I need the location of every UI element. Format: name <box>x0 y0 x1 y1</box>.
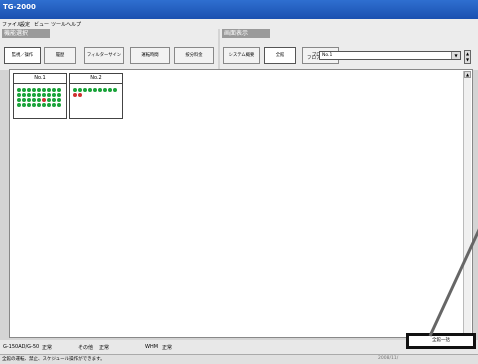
group-card-2[interactable]: No.2 <box>69 73 123 119</box>
unit-status-dot <box>103 88 107 92</box>
unit-status-dot <box>57 103 61 107</box>
unit-status-dot <box>47 88 51 92</box>
title-bar: TG-2000 <box>0 0 478 19</box>
status-controller-value: 正常 <box>42 345 53 351</box>
unit-status-dot <box>108 88 112 92</box>
function-select-panel: 機能選択 監視／操作 履歴 フィルターサイン 運転時間 按分料金 <box>0 29 218 70</box>
unit-status-dot <box>37 93 41 97</box>
unit-status-dot <box>93 88 97 92</box>
floor-select[interactable]: No.1 ▼ <box>319 51 461 60</box>
unit-status-dot <box>32 103 36 107</box>
menu-settings[interactable]: 設定 <box>20 21 30 28</box>
unit-status-dot <box>73 88 77 92</box>
unit-status-dot <box>22 103 26 107</box>
unit-status-dot <box>113 88 117 92</box>
unit-status-dot <box>52 98 56 102</box>
scroll-up-icon[interactable]: ▲ <box>464 71 471 78</box>
menu-tools[interactable]: ツール <box>51 21 66 28</box>
tab-all-building[interactable]: 全館 <box>264 47 296 64</box>
unit-status-dot <box>27 103 31 107</box>
tab-filter-sign[interactable]: フィルターサイン <box>84 47 124 64</box>
unit-status-dot <box>17 103 21 107</box>
status-other-value: 正常 <box>99 345 110 351</box>
unit-status-dot <box>22 93 26 97</box>
unit-status-dot <box>52 103 56 107</box>
floor-stepper[interactable]: ▲ ▼ <box>464 50 471 64</box>
unit-status-dot <box>57 93 61 97</box>
unit-status-dot <box>17 93 21 97</box>
unit-status-dot <box>37 98 41 102</box>
unit-status-dot <box>47 93 51 97</box>
unit-status-dot <box>27 98 31 102</box>
screen-display-panel: 画面表示 システム概要 全館 ブロック <box>220 29 478 70</box>
unit-status-dot <box>42 88 46 92</box>
unit-status-dot <box>57 98 61 102</box>
unit-status-dot <box>57 88 61 92</box>
unit-status-dot <box>22 88 26 92</box>
status-whm-label: WHM <box>145 344 159 350</box>
unit-status-dot <box>37 103 41 107</box>
unit-status-dot <box>17 88 21 92</box>
unit-status-dot <box>47 98 51 102</box>
floor-value: No.1 <box>322 53 333 58</box>
menu-view[interactable]: ビュー <box>34 21 49 28</box>
app-title: TG-2000 <box>3 3 36 11</box>
panel-label: 機能選択 <box>2 29 50 38</box>
unit-status-dot <box>22 98 26 102</box>
unit-status-dot <box>52 93 56 97</box>
unit-status-dot <box>73 93 77 97</box>
all-building-bulk-button[interactable]: 全館一括 <box>406 333 476 349</box>
unit-status-dot <box>52 88 56 92</box>
unit-status-dot <box>32 88 36 92</box>
status-other-label: その他 <box>78 345 94 351</box>
group-name: No.2 <box>70 74 122 84</box>
unit-status-dot <box>98 88 102 92</box>
unit-status-dot <box>42 98 46 102</box>
tab-charge[interactable]: 按分料金 <box>174 47 214 64</box>
tab-history[interactable]: 履歴 <box>44 47 76 64</box>
group-name: No.1 <box>14 74 66 84</box>
unit-grid <box>73 88 117 97</box>
unit-status-dot <box>27 88 31 92</box>
unit-status-dot <box>78 93 82 97</box>
chevron-down-icon[interactable]: ▼ <box>465 57 470 63</box>
unit-status-dot <box>47 103 51 107</box>
unit-status-dot <box>32 93 36 97</box>
unit-status-dot <box>88 88 92 92</box>
group-card-1[interactable]: No.1 <box>13 73 67 119</box>
help-message: 全館の運転、禁止、スケジュール操作ができます。 <box>2 357 105 362</box>
unit-status-dot <box>78 88 82 92</box>
menu-file[interactable]: ファイル <box>2 21 22 28</box>
tab-system-overview[interactable]: システム概要 <box>223 47 260 64</box>
vertical-scrollbar[interactable]: ▲ <box>463 71 471 336</box>
unit-grid <box>17 88 61 107</box>
menu-help[interactable]: ヘルプ <box>66 21 81 28</box>
status-whm-value: 正常 <box>162 345 173 351</box>
group-view: No.1 No.2 ▲ <box>9 69 473 338</box>
unit-status-dot <box>37 88 41 92</box>
status-controller-label: G-150AD/G-50 <box>3 344 40 350</box>
unit-status-dot <box>42 93 46 97</box>
unit-status-dot <box>42 103 46 107</box>
unit-status-dot <box>32 98 36 102</box>
unit-status-dot <box>83 88 87 92</box>
panel-label: 画面表示 <box>222 29 270 38</box>
menu-bar: ファイル 設定 ビュー ツール ヘルプ <box>0 19 478 29</box>
datetime: 2008/11/ <box>378 356 399 361</box>
chevron-down-icon[interactable]: ▼ <box>451 52 460 59</box>
tab-operation-time[interactable]: 運転時間 <box>130 47 170 64</box>
unit-status-dot <box>27 93 31 97</box>
tab-monitor-operation[interactable]: 監視／操作 <box>4 47 41 64</box>
unit-status-dot <box>17 98 21 102</box>
